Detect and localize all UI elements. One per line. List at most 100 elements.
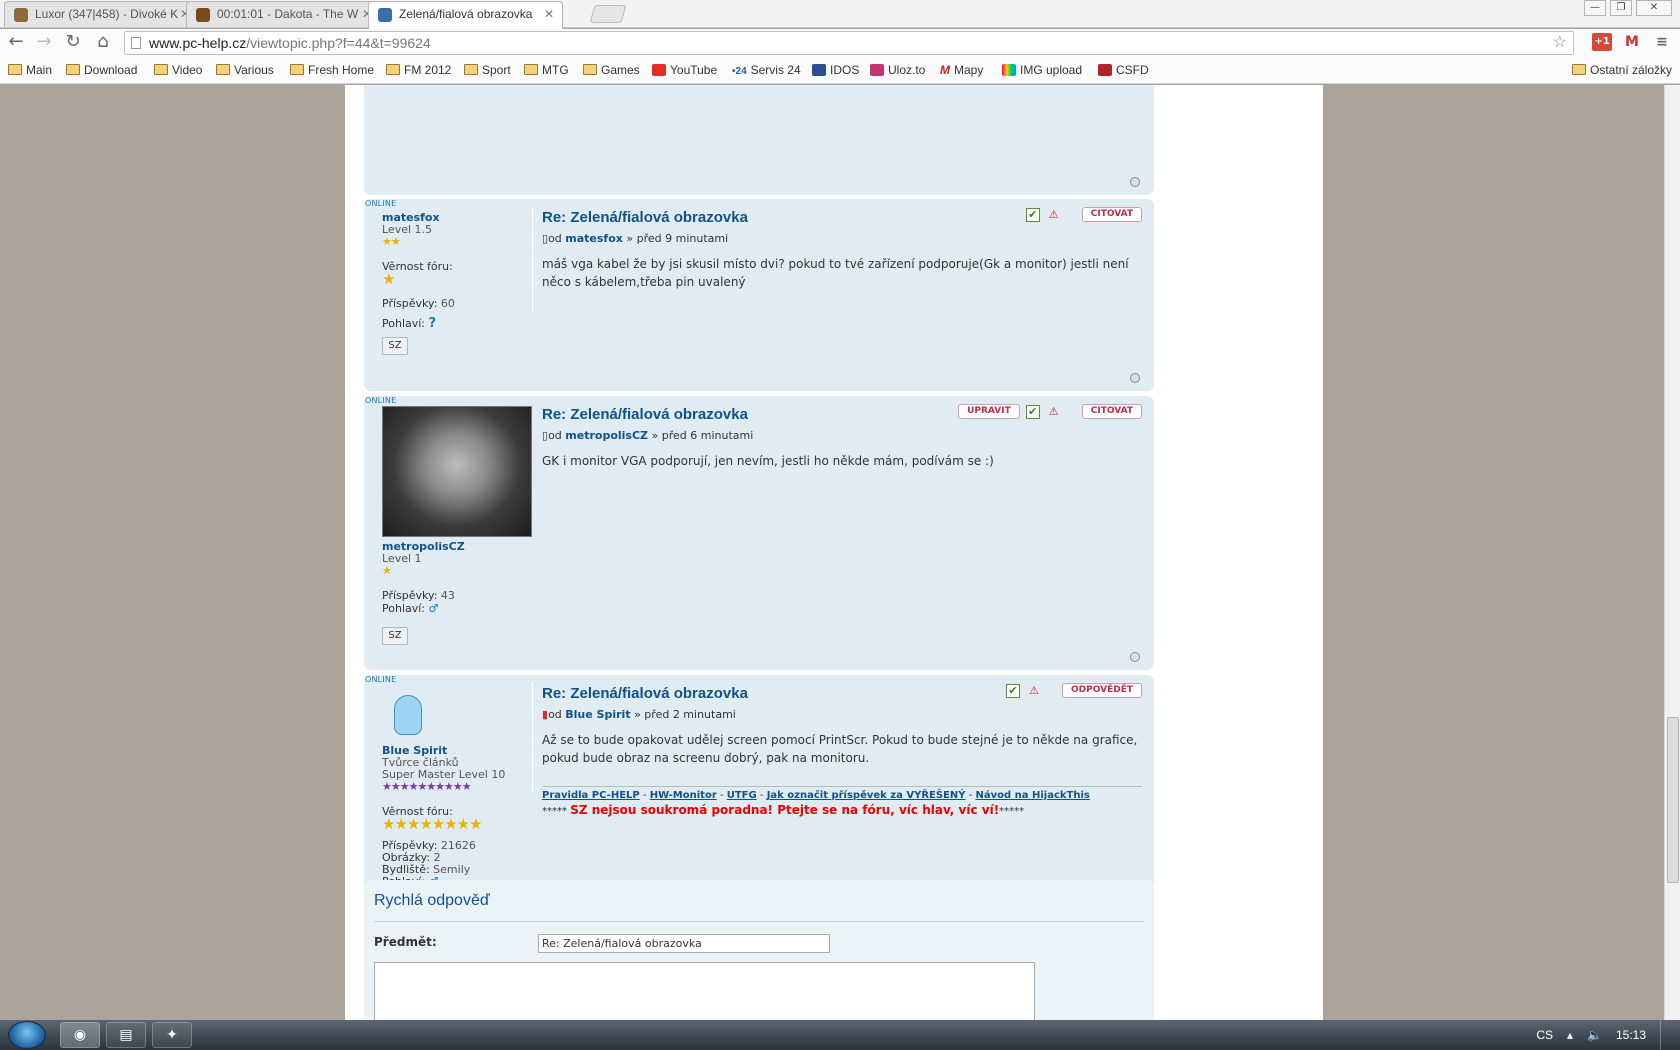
bookmark-idos[interactable]: IDOS	[812, 62, 859, 78]
tab-luxor[interactable]: Luxor (347|458) - Divoké K ✕	[4, 1, 199, 27]
sig-link-rules[interactable]: Pravidla PC-HELP	[542, 790, 640, 801]
quote-button[interactable]: CITOVAT	[1081, 404, 1142, 419]
forward-arrow-icon[interactable]: →	[33, 33, 55, 53]
online-badge: ONLINE	[365, 396, 397, 405]
ulozto-icon	[870, 64, 884, 76]
bookmark-mapy[interactable]: M Mapy	[940, 62, 983, 78]
google-plus-icon[interactable]: +1	[1592, 33, 1612, 51]
menu-icon[interactable]: ≡	[1652, 33, 1672, 51]
new-tab-button[interactable]	[589, 5, 627, 23]
explorer-taskbar-icon[interactable]: ▤	[106, 1022, 146, 1048]
sig-link-hw-monitor[interactable]: HW-Monitor	[650, 790, 717, 801]
bookmark-sport[interactable]: Sport	[464, 62, 511, 78]
back-to-top-icon[interactable]	[1130, 652, 1140, 662]
img-upload-icon	[1002, 64, 1016, 76]
system-tray: CS ▴ 🔈 15:13	[1536, 1020, 1670, 1050]
post-actions: ✔ ⚠ CITOVAT	[1025, 207, 1142, 222]
show-desktop-button[interactable]	[1660, 1020, 1670, 1050]
report-icon[interactable]: ⚠	[1046, 208, 1062, 222]
gmail-icon[interactable]: M	[1622, 33, 1642, 51]
volume-icon[interactable]: 🔈	[1587, 1028, 1602, 1042]
bookmark-main[interactable]: Main	[8, 62, 52, 78]
clock[interactable]: 15:13	[1616, 1028, 1646, 1042]
home-icon[interactable]: ⌂	[92, 33, 114, 53]
scrollbar-thumb[interactable]	[1667, 717, 1679, 883]
sig-link-hijackthis[interactable]: Návod na HijackThis	[975, 790, 1089, 801]
chrome-taskbar-icon[interactable]: ◉	[60, 1022, 100, 1048]
page-scrollbar[interactable]	[1664, 85, 1680, 1020]
tab-forum-topic[interactable]: Zelená/fialová obrazovka ✕	[368, 1, 563, 29]
post-title[interactable]: Re: Zelená/fialová obrazovka	[542, 406, 748, 423]
minimize-button[interactable]: —	[1584, 0, 1606, 16]
bookmark-download[interactable]: Download	[66, 62, 137, 78]
edit-button[interactable]: UPRAVIT	[958, 404, 1020, 419]
address-bar[interactable]: www.pc-help.cz/viewtopic.php?f=44&t=9962…	[124, 31, 1574, 55]
tab-title: Zelená/fialová obrazovka	[399, 7, 533, 21]
bookmark-fm-2012[interactable]: FM 2012	[386, 62, 451, 78]
close-window-button[interactable]: ✕	[1636, 0, 1672, 16]
forum-content: ONLINE matesfox Level 1.5 ★★ Věrnost fór…	[345, 85, 1323, 1020]
bookmark-star-icon[interactable]: ☆	[1553, 32, 1567, 54]
subject-input[interactable]: Re: Zelená/fialová obrazovka	[538, 934, 830, 953]
post-meta: ▮od Blue Spirit » před 2 minutami	[542, 708, 736, 721]
message-textarea[interactable]	[374, 962, 1035, 1020]
private-message-button[interactable]: SZ	[382, 627, 408, 645]
url-path: /viewtopic.php?f=44&t=99624	[246, 35, 431, 51]
post-profile: matesfox Level 1.5 ★★ Věrnost fóru: ★ Př…	[382, 211, 532, 355]
folder-icon	[386, 64, 400, 75]
reply-button[interactable]: ODPOVĚDĚT	[1062, 683, 1142, 698]
bookmark-fresh-home[interactable]: Fresh Home	[290, 62, 374, 78]
report-icon[interactable]: ⚠	[1046, 405, 1062, 419]
folder-icon	[464, 64, 478, 75]
rank-stars-icon: ★	[382, 564, 392, 577]
folder-icon	[290, 64, 304, 75]
post-title[interactable]: Re: Zelená/fialová obrazovka	[542, 209, 748, 226]
bookmark-mtg[interactable]: MTG	[524, 62, 569, 78]
back-to-top-icon[interactable]	[1130, 373, 1140, 383]
bookmark-games[interactable]: Games	[583, 62, 640, 78]
reload-icon[interactable]: ↻	[62, 33, 84, 53]
sig-warning: SZ nejsou soukromá poradna! Ptejte se na…	[570, 803, 1000, 817]
mark-solved-icon[interactable]: ✔	[1025, 404, 1040, 419]
bookmark-uloz-to[interactable]: Uloz.to	[870, 62, 925, 78]
post-meta: ▯od matesfox » před 9 minutami	[542, 232, 729, 245]
quote-button[interactable]: CITOVAT	[1081, 207, 1142, 222]
sig-link-mark-solved[interactable]: Jak označit příspěvek za VYŘEŠENÝ	[767, 790, 966, 801]
post-meta-author[interactable]: Blue Spirit	[565, 708, 630, 721]
report-icon[interactable]: ⚠	[1026, 684, 1042, 698]
quick-reply-heading: Rychlá odpověď	[374, 892, 490, 909]
bookmark-youtube[interactable]: YouTube	[652, 62, 717, 78]
restore-button[interactable]: ❐	[1610, 0, 1632, 16]
language-indicator[interactable]: CS	[1536, 1028, 1553, 1042]
bookmark-various[interactable]: Various	[216, 62, 274, 78]
mark-solved-icon[interactable]: ✔	[1025, 207, 1040, 222]
start-button[interactable]	[8, 1021, 46, 1049]
mark-solved-icon[interactable]: ✔	[1006, 683, 1020, 698]
back-arrow-icon[interactable]: ←	[5, 33, 27, 53]
tab-dakota[interactable]: 00:01:01 - Dakota - The W ✕	[186, 1, 381, 27]
bookmark-servis-24[interactable]: •24 Servis 24	[732, 62, 801, 80]
post-count: Příspěvky: 60	[382, 297, 455, 310]
divider	[532, 207, 533, 313]
close-icon[interactable]: ✕	[544, 2, 554, 26]
post-title[interactable]: Re: Zelená/fialová obrazovka	[542, 685, 748, 702]
post-actions: UPRAVIT ✔ ⚠ CITOVAT	[958, 404, 1142, 419]
rank-stars-icon: ★★	[382, 235, 401, 248]
post-body: máš vga kabel že by jsi skusil místo dvi…	[542, 257, 1129, 289]
sig-link-utfg[interactable]: UTFG	[727, 790, 757, 801]
back-to-top-icon[interactable]	[1130, 177, 1140, 187]
rank-stars-icon: ★★★★★★★★★★	[382, 780, 472, 793]
windows-taskbar: ◉ ▤ ✦ CS ▴ 🔈 15:13	[0, 1020, 1680, 1050]
bookmark-other[interactable]: Ostatní záložky	[1572, 62, 1672, 78]
post-meta-author[interactable]: metropolisCZ	[565, 429, 648, 442]
folder-icon	[66, 64, 80, 75]
tab-title: 00:01:01 - Dakota - The W	[217, 7, 359, 21]
tray-expand-icon[interactable]: ▴	[1567, 1028, 1573, 1042]
bookmark-img-upload[interactable]: IMG upload	[1002, 62, 1082, 78]
bookmark-video[interactable]: Video	[154, 62, 202, 78]
post-meta-author[interactable]: matesfox	[565, 232, 623, 245]
gender: Pohlaví: ?	[382, 316, 437, 331]
bookmark-csfd[interactable]: CSFD	[1098, 62, 1149, 78]
app-taskbar-icon[interactable]: ✦	[152, 1022, 192, 1048]
private-message-button[interactable]: SZ	[382, 337, 408, 355]
